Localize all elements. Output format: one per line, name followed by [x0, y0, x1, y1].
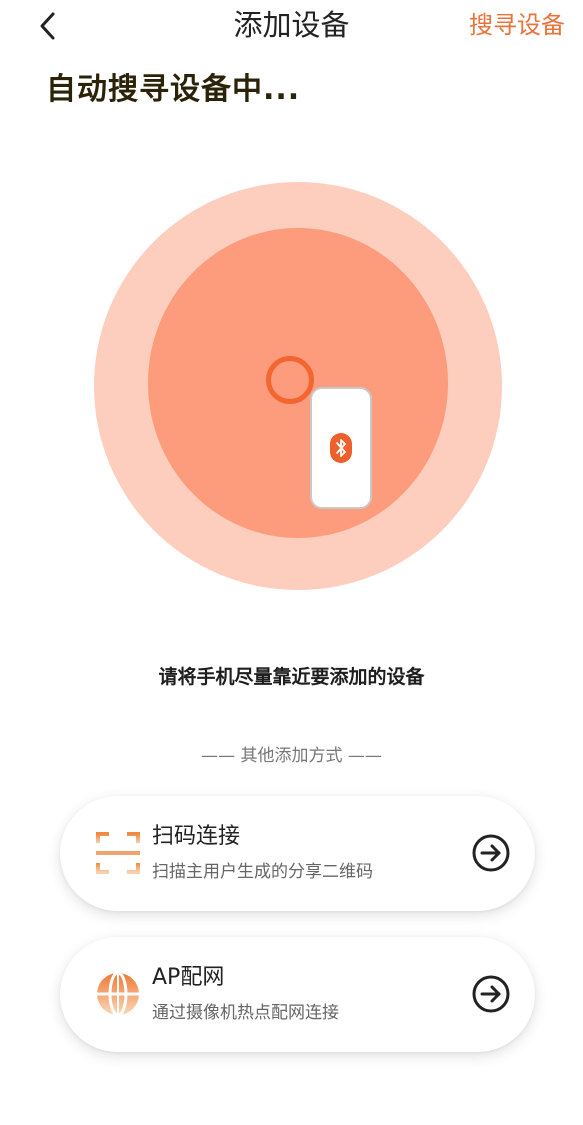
bluetooth-icon: [330, 433, 352, 463]
globe-icon: [97, 971, 139, 1017]
header-bar: 添加设备 搜寻设备: [0, 0, 583, 54]
option-title: AP配网: [152, 965, 225, 990]
search-radar: [94, 182, 502, 590]
search-ring-icon: [266, 356, 314, 404]
option-subtitle: 通过摄像机热点配网连接: [152, 1003, 339, 1023]
option-title: 扫码连接: [152, 824, 241, 849]
ap-network-option[interactable]: AP配网 通过摄像机热点配网连接: [60, 937, 535, 1052]
arrow-right-circle-icon[interactable]: [471, 974, 511, 1014]
arrow-right-circle-icon[interactable]: [471, 833, 511, 873]
phone-icon: [310, 387, 372, 509]
proximity-hint: 请将手机尽量靠近要添加的设备: [158, 666, 425, 688]
scan-frame-icon: [96, 832, 140, 874]
search-devices-link[interactable]: 搜寻设备: [469, 9, 565, 41]
searching-status-heading: 自动搜寻设备中...: [46, 72, 301, 107]
other-methods-divider: —— 其他添加方式 ——: [201, 746, 382, 766]
option-subtitle: 扫描主用户生成的分享二维码: [152, 862, 373, 882]
scan-connect-option[interactable]: 扫码连接 扫描主用户生成的分享二维码: [60, 796, 535, 911]
